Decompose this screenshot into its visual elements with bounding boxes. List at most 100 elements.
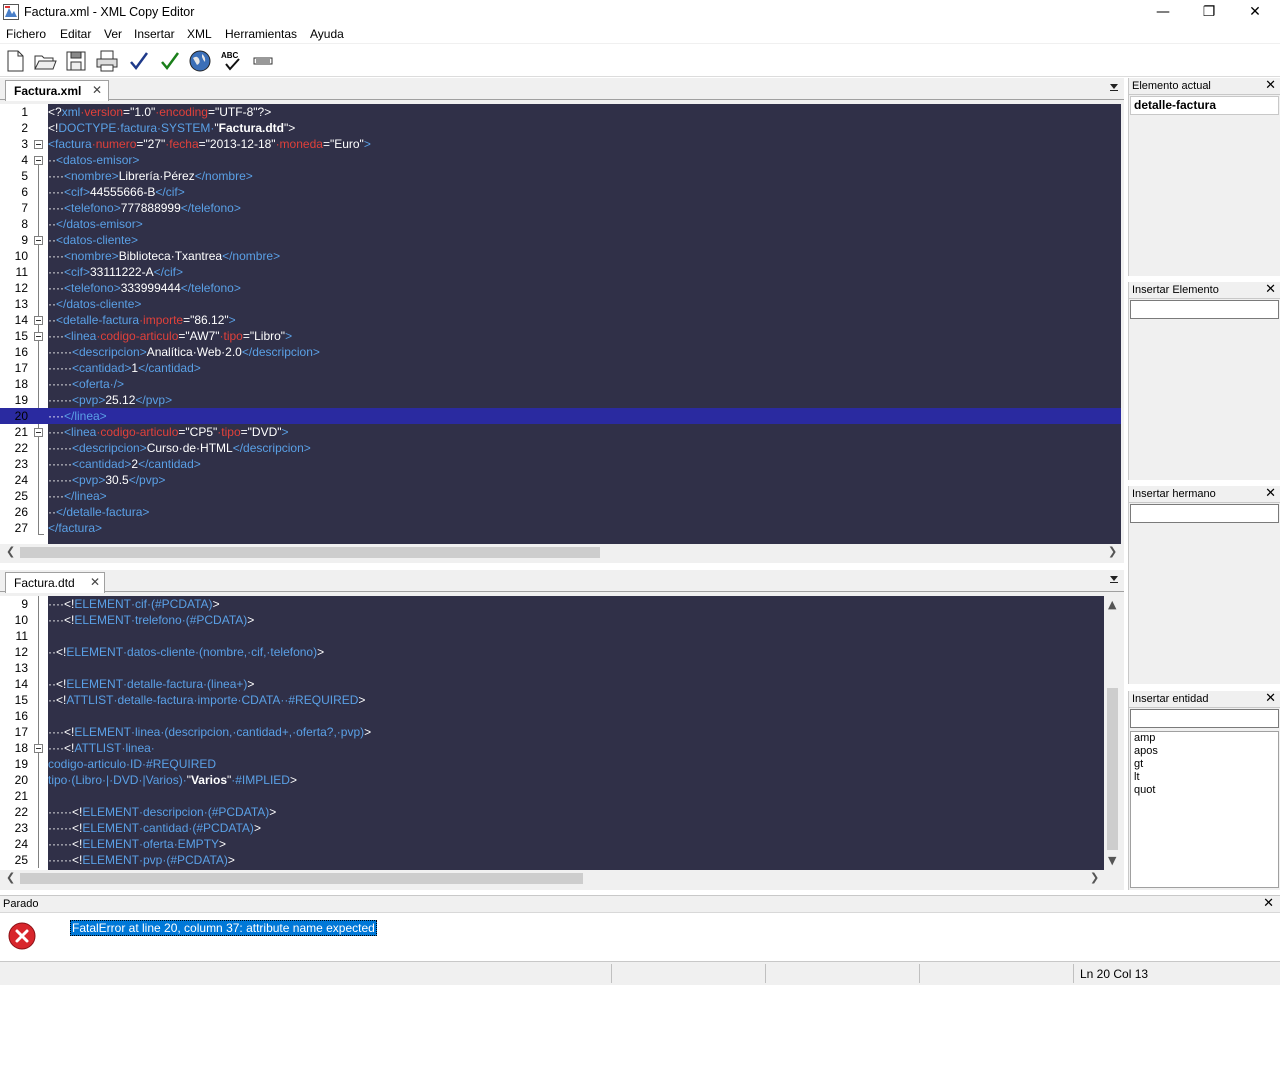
code-line[interactable]: 10 ····<nombre>Biblioteca·Txantrea</nombr… [0, 248, 1121, 264]
code-line[interactable]: 25 ····</linea> [0, 488, 1121, 504]
code-line[interactable]: 8 ··</datos-emisor> [0, 216, 1121, 232]
code-line[interactable]: 21 ····<linea·codigo-articulo="CP5"·tipo=… [0, 424, 1121, 440]
scroll-left-icon[interactable]: ❮ [6, 545, 15, 558]
dtd-horizontal-scrollbar[interactable]: ❮ ❯ [0, 870, 1104, 887]
panel-close-button[interactable]: ✕ [1265, 691, 1276, 706]
code-line[interactable]: 26 ··</detalle-factura> [0, 504, 1121, 520]
tab-dropdown-icon[interactable] [1110, 576, 1118, 581]
tab-factura-dtd[interactable]: Factura.dtd ✕ [5, 572, 105, 593]
code-line[interactable]: 17 ······<cantidad>1</cantidad> [0, 360, 1121, 376]
xml-code-area[interactable]: 1 <?xml·version="1.0"·encoding="UTF-8"?> 2… [0, 104, 1121, 544]
save-icon[interactable] [63, 48, 89, 74]
code-line[interactable]: 6 ····<cif>44555666-B</cif> [0, 184, 1121, 200]
code-line[interactable]: 18 ····<!ATTLIST·linea· [0, 740, 1104, 756]
fold-toggle-icon[interactable] [34, 744, 43, 753]
code-line[interactable]: 23 ······<!ELEMENT·cantidad·(#PCDATA)> [0, 820, 1104, 836]
output-close-button[interactable]: ✕ [1263, 896, 1274, 911]
scroll-right-icon[interactable]: ❯ [1090, 871, 1099, 884]
code-line[interactable]: 16 [0, 708, 1104, 724]
code-line[interactable]: 16 ······<descripcion>Analítica·Web·2.0</… [0, 344, 1121, 360]
code-line[interactable]: 22 ······<descripcion>Curso·de·HTML</desc… [0, 440, 1121, 456]
code-line[interactable]: 9 ····<!ELEMENT·cif·(#PCDATA)> [0, 596, 1104, 612]
scrollbar-thumb[interactable] [20, 873, 583, 884]
menu-ayuda[interactable]: Ayuda [310, 27, 344, 41]
panel-close-button[interactable]: ✕ [1265, 78, 1276, 93]
code-line[interactable]: 10 ····<!ELEMENT·trelefono·(#PCDATA)> [0, 612, 1104, 628]
code-line[interactable]: 19 ······<pvp>25.12</pvp> [0, 392, 1121, 408]
code-line[interactable]: 14 ··<!ELEMENT·detalle-factura·(linea+)> [0, 676, 1104, 692]
code-line[interactable]: 9 ··<datos-cliente> [0, 232, 1121, 248]
panel-close-button[interactable]: ✕ [1265, 282, 1276, 297]
insert-element-input[interactable] [1130, 300, 1279, 319]
fold-toggle-icon[interactable] [34, 140, 43, 149]
close-window-button[interactable]: ✕ [1232, 0, 1278, 24]
error-message[interactable]: FatalError at line 20, column 37: attrib… [70, 920, 377, 936]
code-line[interactable]: 15 ··<!ATTLIST·detalle-factura·importe·CD… [0, 692, 1104, 708]
code-line[interactable]: 13 [0, 660, 1104, 676]
check-wellformed-icon[interactable] [126, 48, 152, 74]
dtd-vertical-scrollbar[interactable]: ▲ ▼ [1104, 596, 1121, 870]
maximize-button[interactable]: ❐ [1186, 0, 1232, 24]
scroll-down-icon[interactable]: ▼ [1108, 854, 1116, 867]
menu-fichero[interactable]: Fichero [6, 27, 46, 41]
fold-toggle-icon[interactable] [34, 156, 43, 165]
code-line[interactable]: 3 <factura·numero="27"·fecha="2013-12-18"… [0, 136, 1121, 152]
code-line[interactable]: 5 ····<nombre>Librería·Pérez</nombre> [0, 168, 1121, 184]
code-line[interactable]: 19 codigo-articulo·ID·#REQUIRED [0, 756, 1104, 772]
code-line[interactable]: 11 [0, 628, 1104, 644]
open-folder-icon[interactable] [32, 48, 58, 74]
code-line[interactable]: 4 ··<datos-emisor> [0, 152, 1121, 168]
scroll-up-icon[interactable]: ▲ [1108, 598, 1116, 611]
browser-globe-icon[interactable] [187, 48, 213, 74]
scrollbar-thumb[interactable] [1107, 688, 1118, 850]
menu-insertar[interactable]: Insertar [134, 27, 175, 41]
list-item[interactable]: apos [1131, 745, 1278, 758]
insert-sibling-input[interactable] [1130, 504, 1279, 523]
code-line[interactable]: 18 ······<oferta·/> [0, 376, 1121, 392]
code-line[interactable]: 12 ··<!ELEMENT·datos-cliente·(nombre,·cif… [0, 644, 1104, 660]
code-line[interactable]: 2 <!DOCTYPE·factura·SYSTEM·"Factura.dtd"> [0, 120, 1121, 136]
validate-icon[interactable] [157, 48, 183, 74]
menu-xml[interactable]: XML [187, 27, 212, 41]
minimize-button[interactable]: — [1140, 0, 1186, 24]
code-line[interactable]: 27 </factura> [0, 520, 1121, 536]
code-line[interactable]: 12 ····<telefono>333999444</telefono> [0, 280, 1121, 296]
fold-toggle-icon[interactable] [34, 316, 43, 325]
code-line[interactable]: 24 ······<pvp>30.5</pvp> [0, 472, 1121, 488]
new-document-icon[interactable] [2, 48, 28, 74]
print-icon[interactable] [94, 48, 120, 74]
insert-entity-input[interactable] [1130, 709, 1279, 728]
list-item[interactable]: amp [1131, 732, 1278, 745]
tab-close-button[interactable]: ✕ [92, 83, 102, 97]
menu-editar[interactable]: Editar [60, 27, 91, 41]
spellcheck-abc-icon[interactable]: ABC [219, 48, 245, 74]
scrollbar-thumb[interactable] [20, 547, 600, 558]
xslt-transform-icon[interactable] [250, 48, 276, 74]
code-line[interactable]: 24 ······<!ELEMENT·oferta·EMPTY> [0, 836, 1104, 852]
code-line[interactable]: 13 ··</datos-cliente> [0, 296, 1121, 312]
tab-factura-xml[interactable]: Factura.xml ✕ [5, 80, 109, 101]
menu-herramientas[interactable]: Herramientas [225, 27, 297, 41]
fold-toggle-icon[interactable] [34, 428, 43, 437]
list-item[interactable]: lt [1131, 771, 1278, 784]
code-line[interactable]: 1 <?xml·version="1.0"·encoding="UTF-8"?> [0, 104, 1121, 120]
code-line[interactable]: 25 ······<!ELEMENT·pvp·(#PCDATA)> [0, 852, 1104, 868]
menu-ver[interactable]: Ver [104, 27, 122, 41]
dtd-code-area[interactable]: 9 ····<!ELEMENT·cif·(#PCDATA)> 10 ····<!ELE… [0, 596, 1104, 870]
code-line[interactable]: 23 ······<cantidad>2</cantidad> [0, 456, 1121, 472]
code-line[interactable]: 14 ··<detalle-factura·importe="86.12"> [0, 312, 1121, 328]
code-line[interactable]: 17 ····<!ELEMENT·linea·(descripcion,·cant… [0, 724, 1104, 740]
list-item[interactable]: quot [1131, 784, 1278, 797]
scroll-right-icon[interactable]: ❯ [1108, 545, 1117, 558]
list-item[interactable]: gt [1131, 758, 1278, 771]
scroll-left-icon[interactable]: ❮ [6, 871, 15, 884]
code-line[interactable]: 7 ····<telefono>777888999</telefono> [0, 200, 1121, 216]
code-line[interactable]: 20 tipo·(Libro·|·DVD·|Varios)·"Varios"·#I… [0, 772, 1104, 788]
code-line[interactable]: 11 ····<cif>33111222-A</cif> [0, 264, 1121, 280]
fold-toggle-icon[interactable] [34, 332, 43, 341]
xml-horizontal-scrollbar[interactable]: ❮ ❯ [0, 544, 1121, 561]
code-line[interactable]: 15 ····<linea·codigo-articulo="AW7"·tipo=… [0, 328, 1121, 344]
fold-toggle-icon[interactable] [34, 236, 43, 245]
code-line[interactable]: 21 [0, 788, 1104, 804]
tab-dropdown-icon[interactable] [1110, 84, 1118, 89]
